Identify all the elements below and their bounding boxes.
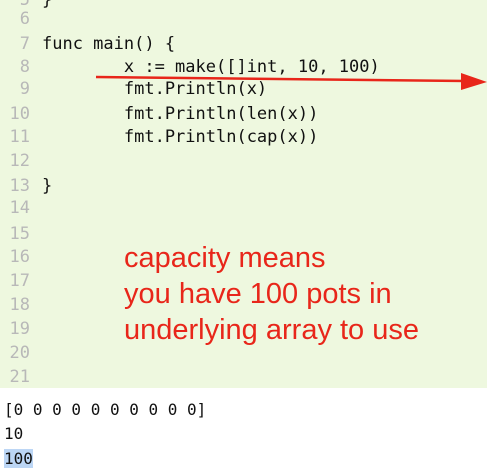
line-number: 15 — [9, 224, 30, 244]
line-number: 13 — [9, 176, 30, 196]
annotation-line: underlying array to use — [124, 314, 419, 346]
line-number: 18 — [9, 295, 30, 315]
line-number: 10 — [9, 104, 30, 124]
line-number: 11 — [9, 127, 30, 147]
output-line: [0 0 0 0 0 0 0 0 0 0] — [4, 400, 207, 419]
line-number: 20 — [9, 343, 30, 363]
code-editor[interactable]: 5 6 7 8 9 10 11 12 13 14 15 16 17 18 19 … — [0, 0, 487, 388]
line-number: 14 — [9, 198, 30, 218]
line-number: 21 — [9, 367, 30, 387]
annotation-arrow-icon — [95, 73, 487, 90]
output-line: 10 — [4, 424, 24, 443]
program-output[interactable]: [0 0 0 0 0 0 0 0 0 0] 10 100 — [0, 388, 487, 476]
line-number: 17 — [9, 271, 30, 291]
output-line-selected[interactable]: 100 — [4, 449, 33, 468]
code-line[interactable]: fmt.Println(cap(x)) — [42, 127, 318, 147]
annotation-line: you have 100 pots in — [124, 278, 392, 310]
annotation-line: capacity means — [124, 242, 326, 274]
line-number: 16 — [9, 247, 30, 267]
line-number: 12 — [9, 151, 30, 171]
code-line[interactable]: } — [42, 176, 52, 196]
code-line[interactable]: fmt.Println(len(x)) — [42, 104, 318, 124]
line-number: 19 — [9, 319, 30, 339]
annotation-text: capacity means you have 100 pots in unde… — [124, 240, 419, 348]
